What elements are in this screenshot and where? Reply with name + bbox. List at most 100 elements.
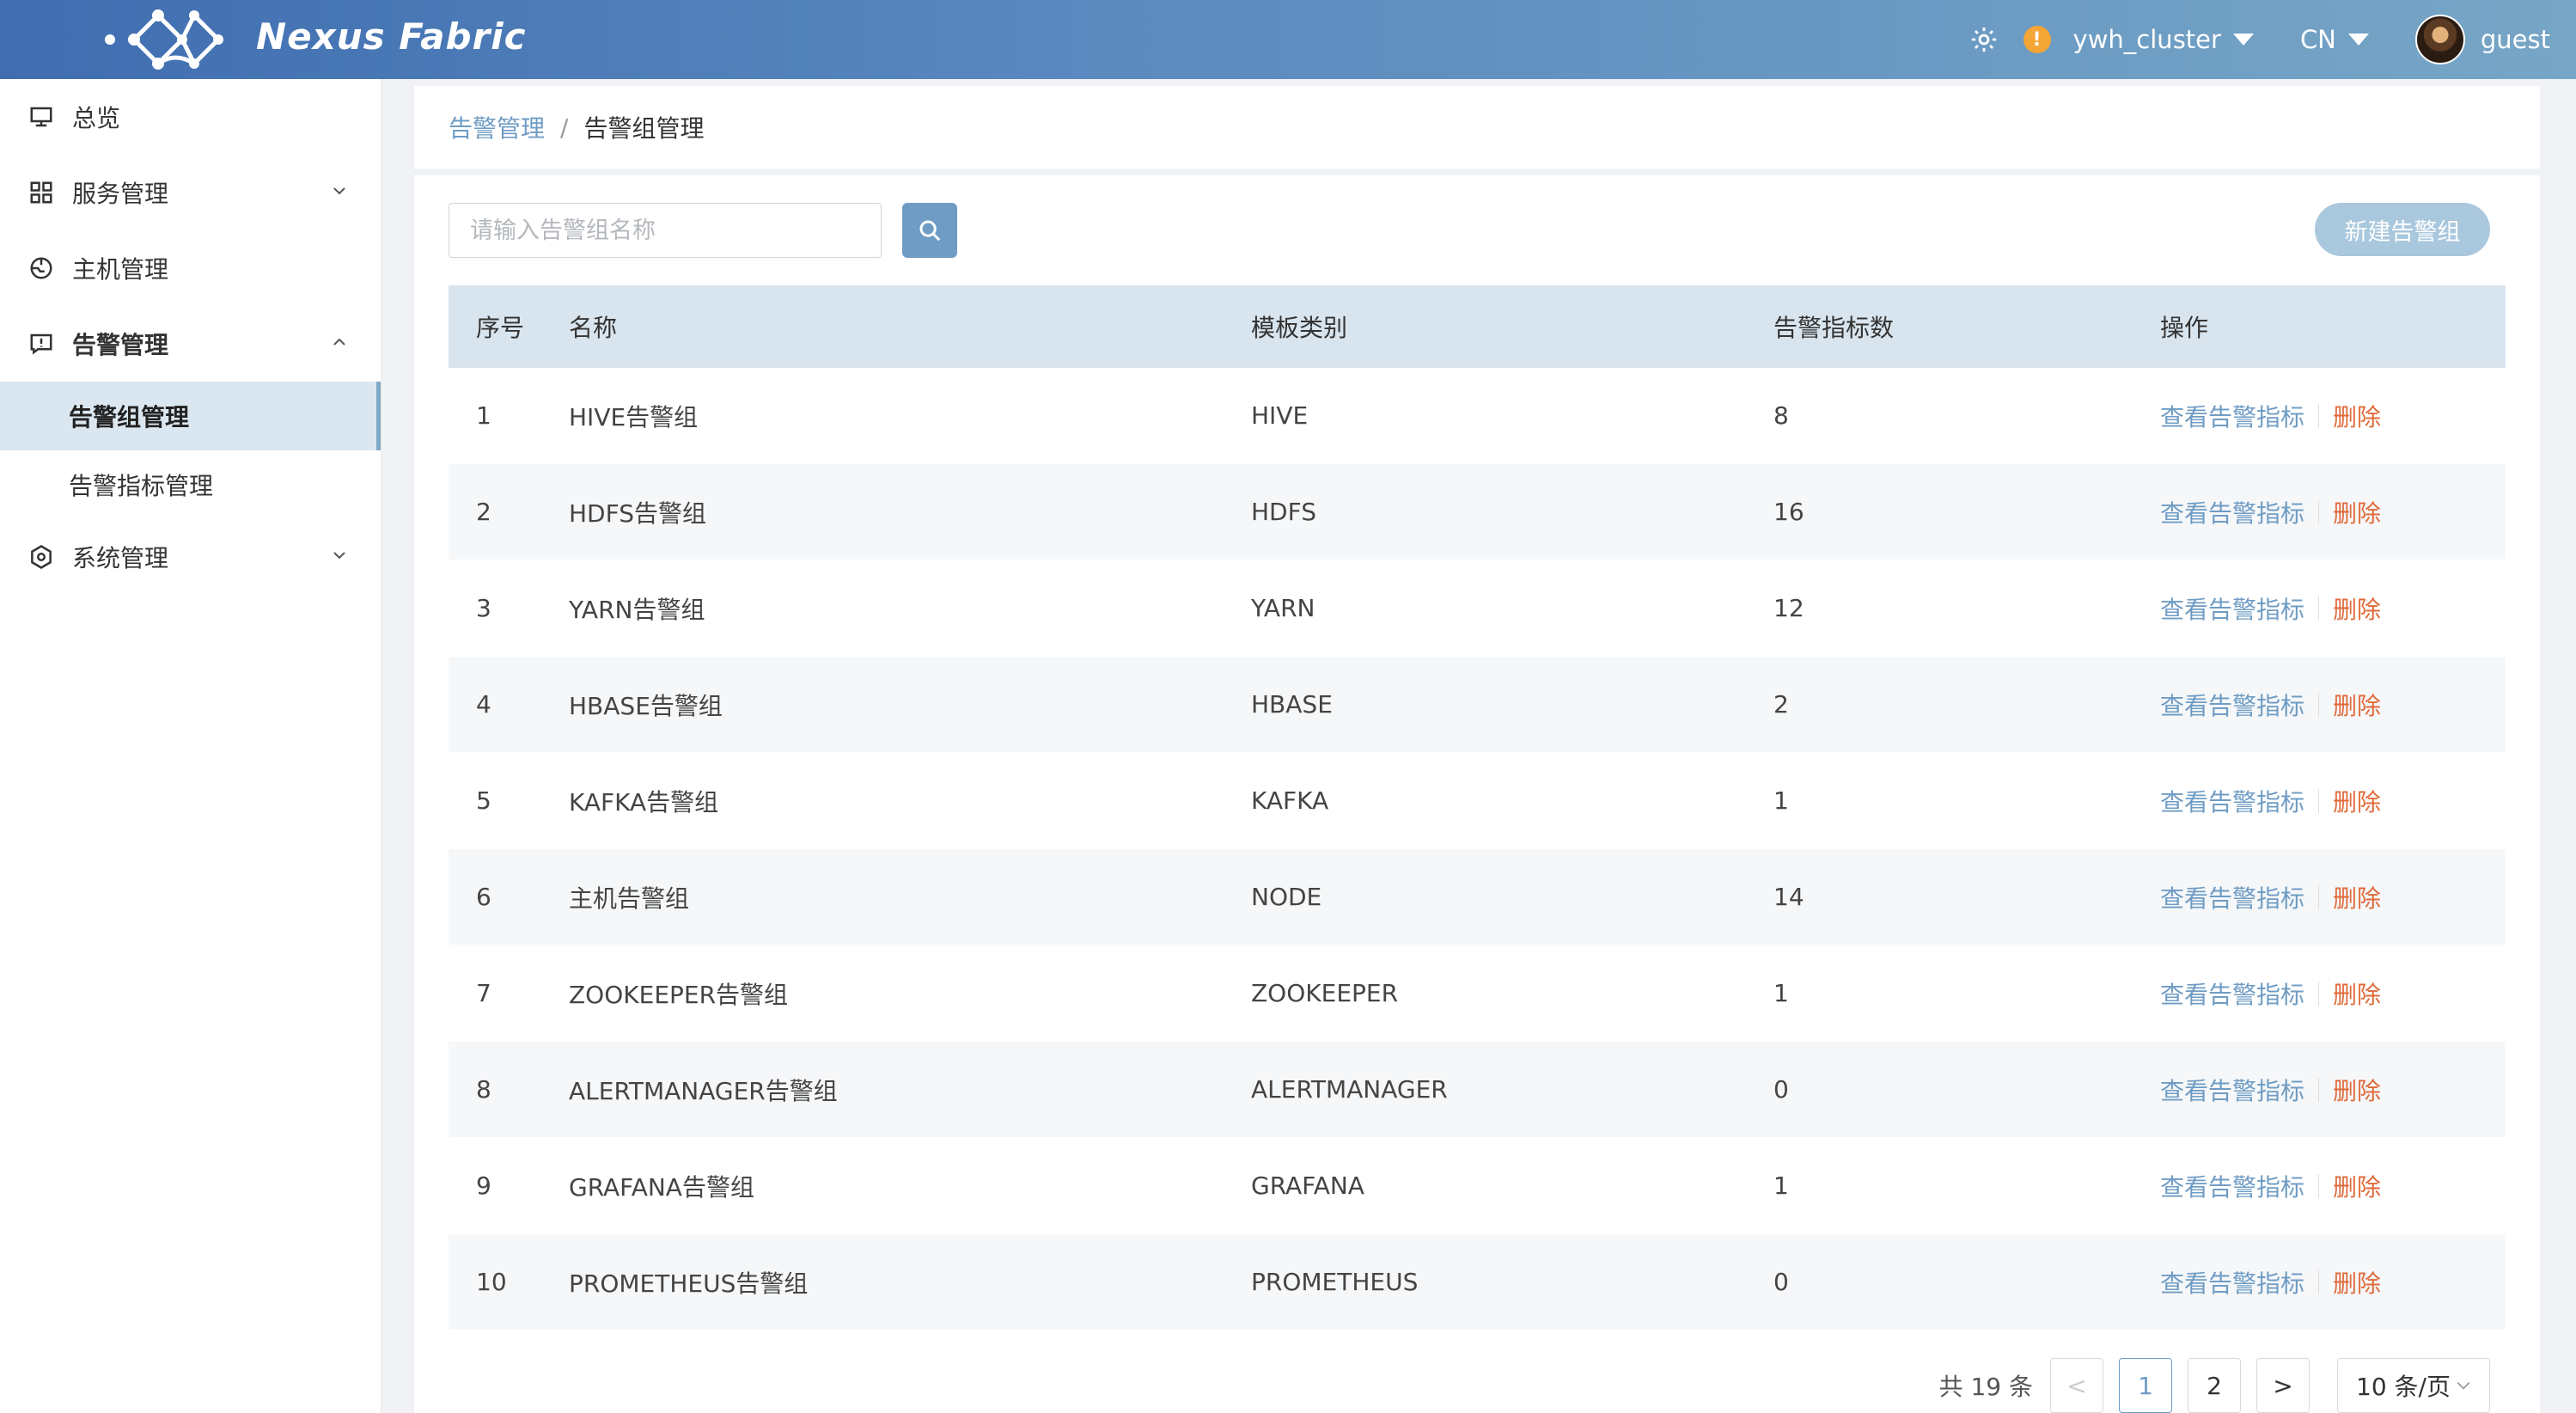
action-divider — [2318, 1173, 2320, 1198]
cell-template: ZOOKEEPER — [1251, 979, 1399, 1007]
action-divider — [2318, 981, 2320, 1006]
cell-actions: 查看告警指标 删除 — [2160, 399, 2506, 433]
table-header: 序号 名称 模板类别 告警指标数 操作 — [449, 285, 2506, 368]
action-divider — [2318, 596, 2320, 621]
page-button-2[interactable]: 2 — [2188, 1358, 2241, 1413]
delete-link[interactable]: 删除 — [2333, 1073, 2381, 1107]
page-size-select[interactable]: 10 条/页 — [2337, 1358, 2490, 1413]
sidebar-item-alerts[interactable]: 告警管理 — [0, 306, 381, 382]
view-metrics-link[interactable]: 查看告警指标 — [2160, 784, 2304, 818]
cell-index: 9 — [476, 1171, 491, 1200]
column-header-actions: 操作 — [2160, 314, 2209, 342]
chevron-down-icon — [333, 187, 345, 195]
delete-link[interactable]: 删除 — [2333, 399, 2381, 433]
logo-icon — [105, 9, 223, 70]
sidebar-item-services[interactable]: 服务管理 — [0, 155, 381, 230]
cell-index: 2 — [476, 498, 491, 526]
settings-icon — [27, 543, 55, 571]
cell-template: PROMETHEUS — [1251, 1268, 1419, 1296]
cell-metric-count: 12 — [1773, 594, 1804, 622]
new-alert-group-button[interactable]: 新建告警组 — [2315, 203, 2490, 256]
warning-icon[interactable]: ! — [2023, 26, 2051, 53]
sidebar-item-alert-groups[interactable]: 告警组管理 — [0, 382, 381, 450]
alert-group-table: 序号 名称 模板类别 告警指标数 操作 1 HIVE告警组 HIVE 8 查看告警指标删… — [449, 285, 2506, 1330]
search-input[interactable] — [449, 203, 882, 258]
cell-metric-count: 14 — [1773, 883, 1804, 911]
sidebar: 总览 服务管理 主机管理 告警管理 告警组管理 告警指标管理 系统管理 — [0, 79, 382, 1413]
cell-index: 6 — [476, 883, 491, 911]
table-body: 1 HIVE告警组 HIVE 8 查看告警指标 删除 2 HDFS告警组 HDFS 16 查看告警指… — [449, 368, 2506, 1330]
cell-index: 3 — [476, 594, 491, 622]
chevron-down-icon — [333, 552, 345, 560]
cell-template: HDFS — [1251, 498, 1317, 526]
sidebar-item-label: 服务管理 — [72, 180, 169, 208]
language-selector[interactable]: CN — [2300, 25, 2369, 54]
view-metrics-link[interactable]: 查看告警指标 — [2160, 1169, 2304, 1203]
view-metrics-link[interactable]: 查看告警指标 — [2160, 880, 2304, 914]
view-metrics-link[interactable]: 查看告警指标 — [2160, 1073, 2304, 1107]
search-icon — [919, 220, 941, 242]
prev-page-button[interactable]: < — [2050, 1358, 2103, 1413]
column-header-metric-count: 告警指标数 — [1773, 314, 1895, 342]
view-metrics-link[interactable]: 查看告警指标 — [2160, 688, 2304, 722]
view-metrics-link[interactable]: 查看告警指标 — [2160, 399, 2304, 433]
cell-template: ALERTMANAGER — [1251, 1075, 1448, 1104]
cell-name: YARN告警组 — [569, 595, 705, 624]
grid-icon — [27, 179, 55, 206]
breadcrumb-parent[interactable]: 告警管理 — [449, 110, 545, 144]
search-button[interactable] — [902, 203, 957, 258]
table-row: 6 主机告警组 NODE 14 查看告警指标 删除 — [449, 849, 2506, 945]
action-divider — [2318, 403, 2320, 428]
view-metrics-link[interactable]: 查看告警指标 — [2160, 1265, 2304, 1300]
cell-actions: 查看告警指标 删除 — [2160, 591, 2506, 626]
delete-link[interactable]: 删除 — [2333, 1265, 2381, 1300]
cell-metric-count: 1 — [1773, 786, 1789, 815]
delete-link[interactable]: 删除 — [2333, 591, 2381, 626]
header-actions: ! ywh_cluster CN guest — [1967, 0, 2550, 79]
column-header-index: 序号 — [476, 314, 525, 342]
cell-actions: 查看告警指标 删除 — [2160, 688, 2506, 722]
cell-name: KAFKA告警组 — [569, 787, 719, 817]
avatar[interactable] — [2414, 15, 2465, 64]
delete-link[interactable]: 删除 — [2333, 880, 2381, 914]
alert-icon — [27, 330, 55, 358]
pagination-total: 共 19 条 — [1938, 1373, 2033, 1401]
sidebar-item-alert-metrics[interactable]: 告警指标管理 — [0, 450, 381, 519]
cell-name: PROMETHEUS告警组 — [569, 1269, 809, 1298]
sidebar-item-overview[interactable]: 总览 — [0, 79, 381, 155]
cell-name: GRAFANA告警组 — [569, 1172, 754, 1202]
table-row: 2 HDFS告警组 HDFS 16 查看告警指标 删除 — [449, 464, 2506, 560]
cell-index: 4 — [476, 690, 491, 719]
cell-template: KAFKA — [1251, 786, 1329, 815]
cell-metric-count: 16 — [1773, 498, 1804, 526]
next-page-button[interactable]: > — [2256, 1358, 2310, 1413]
gear-icon[interactable] — [1967, 22, 2001, 57]
column-header-name: 名称 — [569, 314, 618, 342]
main-panel: 新建告警组 序号 名称 模板类别 告警指标数 操作 1 HIVE告警组 HIVE 8 查… — [414, 175, 2540, 1413]
user-name[interactable]: guest — [2481, 25, 2550, 54]
view-metrics-link[interactable]: 查看告警指标 — [2160, 495, 2304, 529]
delete-link[interactable]: 删除 — [2333, 976, 2381, 1011]
view-metrics-link[interactable]: 查看告警指标 — [2160, 976, 2304, 1011]
sidebar-item-hosts[interactable]: 主机管理 — [0, 230, 381, 306]
delete-link[interactable]: 删除 — [2333, 688, 2381, 722]
cell-actions: 查看告警指标 删除 — [2160, 1169, 2506, 1203]
delete-link[interactable]: 删除 — [2333, 495, 2381, 529]
action-divider — [2318, 788, 2320, 813]
delete-link[interactable]: 删除 — [2333, 1169, 2381, 1203]
cell-template: GRAFANA — [1251, 1171, 1364, 1200]
view-metrics-link[interactable]: 查看告警指标 — [2160, 591, 2304, 626]
language-label: CN — [2299, 25, 2336, 54]
cell-actions: 查看告警指标 删除 — [2160, 495, 2506, 529]
cell-metric-count: 0 — [1773, 1268, 1789, 1296]
page-size-label: 10 条/页 — [2356, 1373, 2451, 1401]
page-button-1[interactable]: 1 — [2119, 1358, 2172, 1413]
delete-link[interactable]: 删除 — [2333, 784, 2381, 818]
breadcrumb: 告警管理 / 告警组管理 — [414, 86, 2540, 168]
brand-name: Nexus Fabric — [256, 15, 527, 58]
caret-down-icon — [2347, 34, 2369, 46]
sidebar-item-system[interactable]: 系统管理 — [0, 519, 381, 595]
action-divider — [2318, 692, 2320, 717]
cluster-selector[interactable]: ywh_cluster — [2073, 25, 2254, 54]
top-header: Nexus Fabric ! ywh_cluster CN guest — [0, 0, 2576, 79]
